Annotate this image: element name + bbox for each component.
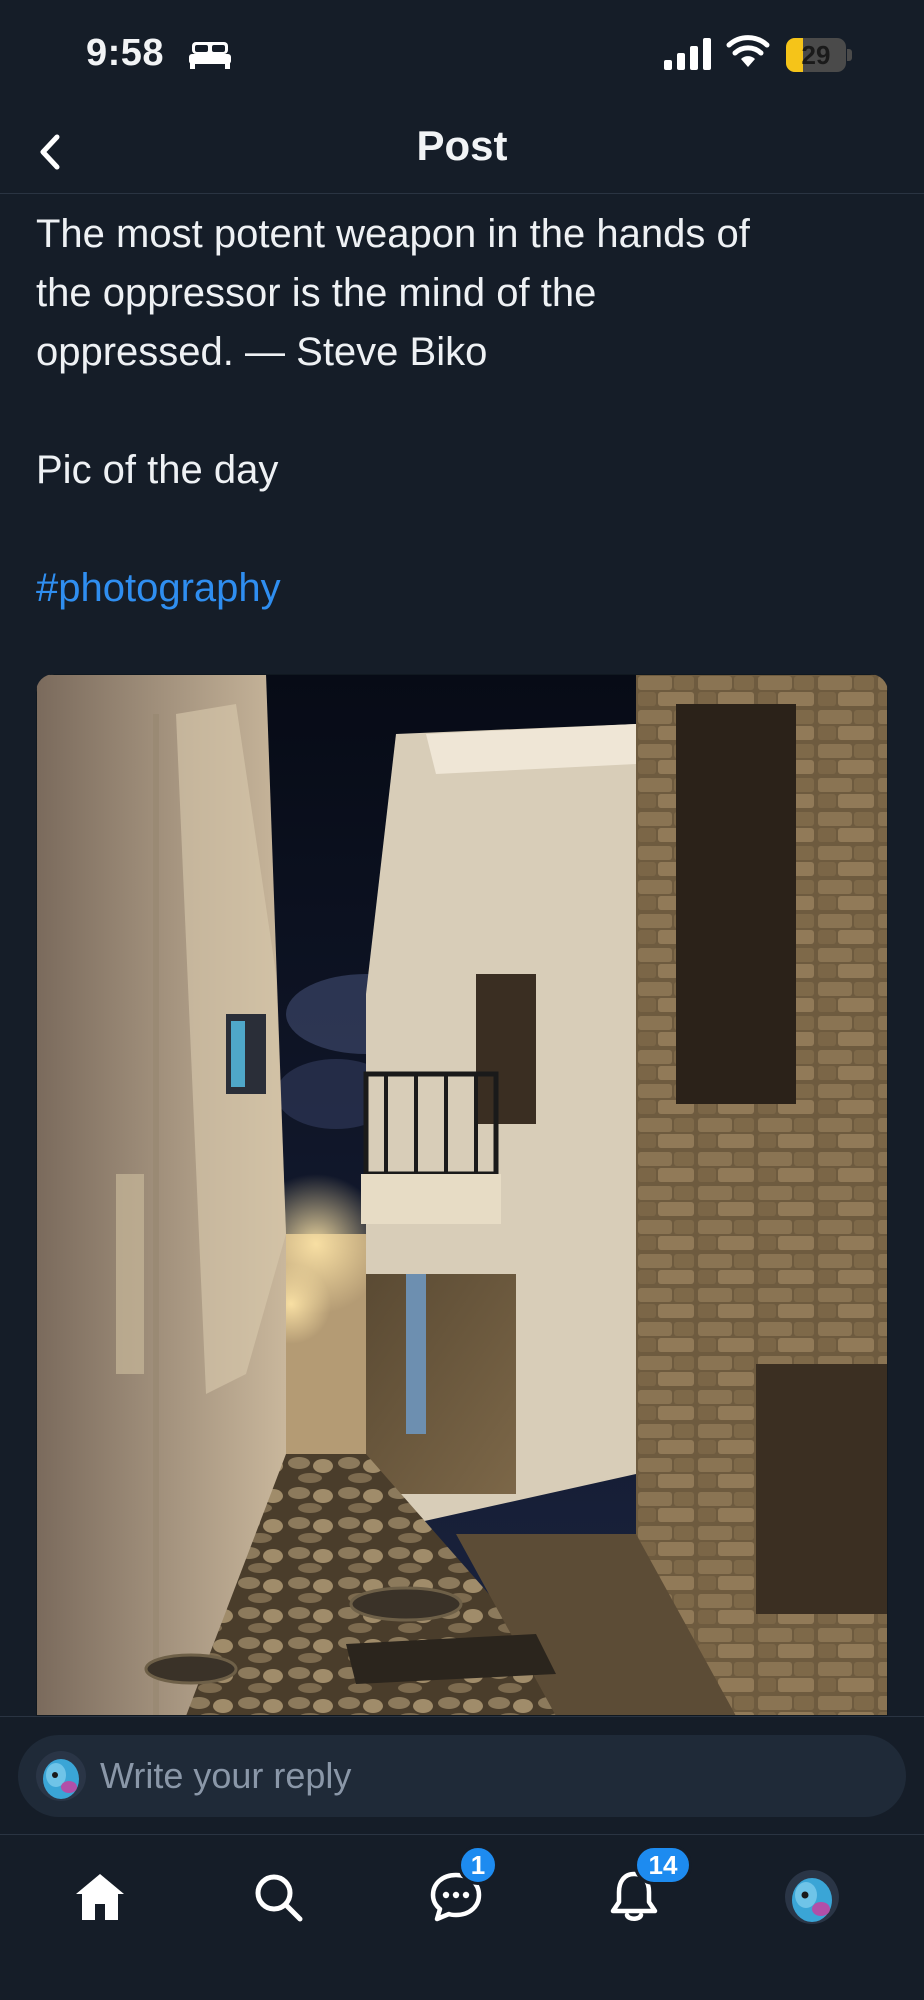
tab-search[interactable] [238, 1857, 318, 1937]
header: Post [0, 110, 924, 194]
signal-icon [664, 38, 711, 70]
tab-notifications[interactable]: 14 [594, 1845, 692, 1937]
post-body: The most potent weapon in the hands of t… [36, 205, 896, 618]
tab-messages[interactable]: 1 [416, 1845, 498, 1937]
reply-placeholder: Write your reply [100, 1755, 352, 1796]
tab-bar: 1 14 [0, 1834, 924, 2000]
search-icon [255, 1874, 303, 1922]
post-caption: Pic of the day [36, 448, 279, 492]
post-text-line: oppressed. — Steve Biko [36, 330, 488, 374]
reply-input[interactable]: Write your reply [18, 1735, 906, 1817]
tab-profile[interactable] [772, 1857, 852, 1937]
tab-home[interactable] [60, 1857, 140, 1937]
hashtag-link[interactable]: #photography [36, 559, 896, 618]
page-title: Post [416, 122, 508, 169]
battery-level: 29 [801, 40, 831, 70]
post-image[interactable] [36, 674, 888, 1716]
post-text-line: the oppressor is the mind of the [36, 271, 597, 315]
home-icon [76, 1874, 124, 1920]
avatar [36, 1751, 86, 1801]
notifications-badge: 14 [634, 1845, 692, 1885]
reply-bar: Write your reply [0, 1716, 924, 1834]
messages-badge: 1 [458, 1845, 498, 1885]
night-alley-photo [36, 674, 888, 1716]
wifi-icon [726, 35, 770, 67]
status-bar: 9:58 29 [0, 0, 924, 110]
battery-charging-icon: 29 [786, 38, 852, 72]
status-time: 9:58 [86, 32, 165, 74]
post-text-line: The most potent weapon in the hands of [36, 212, 750, 256]
bed-icon [189, 42, 231, 69]
avatar [785, 1870, 839, 1924]
